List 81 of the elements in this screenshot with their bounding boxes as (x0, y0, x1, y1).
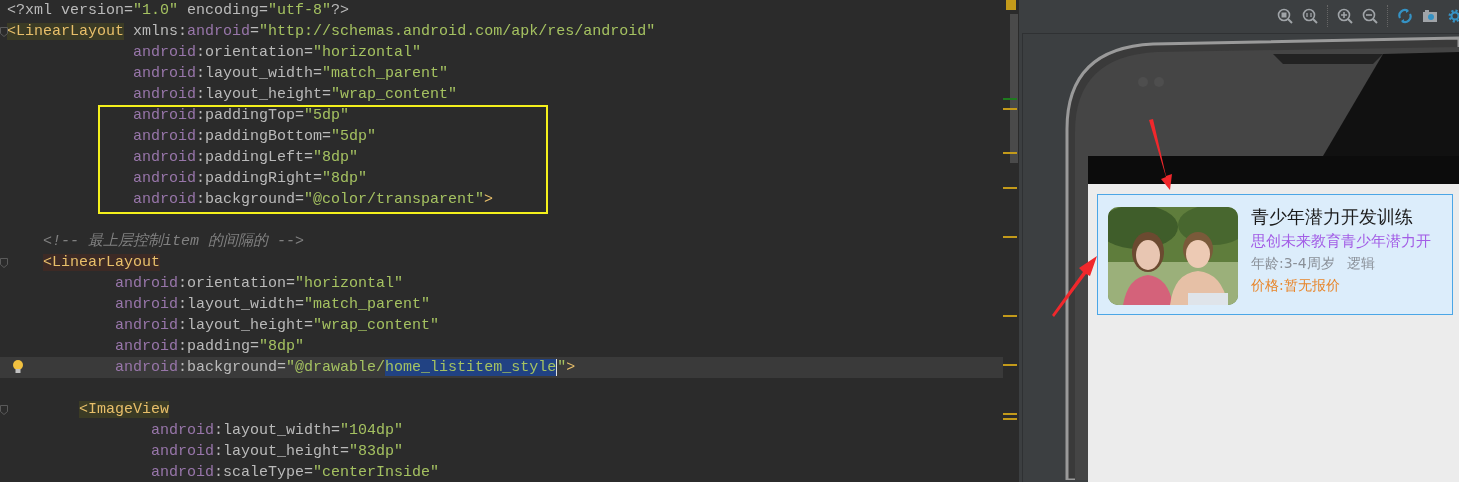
namespace-prefix: android (187, 23, 251, 40)
zoom-actual-icon[interactable] (1302, 8, 1318, 25)
xml-tag: <LinearLayout (7, 23, 125, 40)
course-price: 价格:暂无报价 (1251, 275, 1341, 295)
code-text: :layout_height= (196, 86, 332, 103)
code-text: :scaleType= (214, 464, 314, 481)
code-text: :layout_width= (214, 422, 341, 439)
namespace-prefix: android (115, 317, 179, 334)
code-text: <?xml version= (7, 2, 134, 19)
code-text: xmlns: (133, 23, 188, 40)
attribute-value: "match_parent" (304, 296, 431, 313)
zoom-out-icon[interactable] (1362, 8, 1378, 25)
attribute-value: "5dp" (331, 128, 377, 145)
attribute-value: "centerInside" (313, 464, 440, 481)
attribute-value: "@color/transparent" (304, 191, 485, 208)
namespace-prefix: android (133, 107, 197, 124)
namespace-prefix: android (133, 191, 197, 208)
attribute-value: "5dp" (304, 107, 350, 124)
course-subtitle: 思创未来教育青少年潜力开 (1251, 230, 1431, 252)
code-text: :orientation= (178, 275, 296, 292)
refresh-icon[interactable] (1397, 8, 1413, 25)
namespace-prefix: android (133, 86, 197, 103)
code-text: :orientation= (196, 44, 314, 61)
code-text: ?> (331, 2, 350, 19)
attribute-value: "match_parent" (322, 65, 449, 82)
code-text: :layout_height= (178, 317, 314, 334)
namespace-prefix: android (115, 275, 179, 292)
xml-tag: <ImageView (79, 401, 170, 418)
attribute-value: "83dp" (349, 443, 404, 460)
attribute-value: "8dp" (322, 170, 368, 187)
namespace-prefix: android (115, 359, 179, 376)
code-text: :layout_width= (178, 296, 305, 313)
attribute-value: "104dp" (340, 422, 404, 439)
arrow (1149, 118, 1172, 190)
arrow (1052, 255, 1097, 317)
list-item-card[interactable]: 青少年潜力开发训练 思创未来教育青少年潜力开 年龄:3-4周岁 逻辑 价格:暂无报价 (1097, 193, 1453, 315)
code-text: :padding= (178, 338, 260, 355)
attribute-value: "8dp" (259, 338, 305, 355)
code-text: :background= (196, 191, 305, 208)
namespace-prefix: android (133, 44, 197, 61)
namespace-prefix: android (115, 296, 179, 313)
zoom-in-icon[interactable] (1337, 8, 1353, 25)
namespace-prefix: android (133, 170, 197, 187)
attribute-value: "horizontal" (295, 275, 404, 292)
attribute-value: " (557, 359, 567, 376)
attribute-value: "wrap_content" (313, 317, 440, 334)
xml-tag: > (566, 359, 576, 376)
settings-icon[interactable] (1447, 8, 1459, 25)
code-text: encoding= (187, 2, 269, 19)
namespace-prefix: android (115, 338, 179, 355)
lightbulb-icon[interactable] (12, 359, 24, 375)
code-text: :paddingLeft= (196, 149, 314, 166)
xml-tag: <LinearLayout (43, 254, 161, 271)
namespace-prefix: android (151, 443, 215, 460)
code-text: :paddingTop= (196, 107, 305, 124)
camera-icon[interactable] (1422, 8, 1438, 25)
namespace-prefix: android (133, 65, 197, 82)
code-text: = (250, 23, 260, 40)
attribute-value: "horizontal" (313, 44, 422, 61)
zoom-fit-icon[interactable] (1277, 8, 1293, 25)
code-text: :layout_height= (214, 443, 350, 460)
namespace-prefix: android (151, 464, 215, 481)
namespace-prefix: android (133, 149, 197, 166)
namespace-prefix: android (133, 128, 197, 145)
namespace-prefix: android (151, 422, 215, 439)
attribute-value: "1.0" (133, 2, 179, 19)
code-text: :background= (178, 359, 287, 376)
selected-text: home_listitem_style (385, 359, 557, 376)
code-text: :paddingBottom= (196, 128, 332, 145)
code-comment: <!-- 最上层控制item 的间隔的 --> (43, 233, 305, 250)
attribute-value: "8dp" (313, 149, 359, 166)
xml-tag: > (484, 191, 494, 208)
age-range: 年龄:3-4周岁 (1251, 253, 1335, 273)
course-tag: 逻辑 (1346, 251, 1375, 274)
attribute-value: "utf-8" (268, 2, 332, 19)
attribute-value: "http://schemas.android.com/apk/res/android" (259, 23, 656, 40)
code-text: :paddingRight= (196, 170, 323, 187)
code-text: :layout_width= (196, 65, 323, 82)
attribute-value: "wrap_content" (331, 86, 458, 103)
course-title: 青少年潜力开发训练 (1251, 204, 1414, 229)
attribute-value: "@drawable/ (286, 359, 386, 376)
